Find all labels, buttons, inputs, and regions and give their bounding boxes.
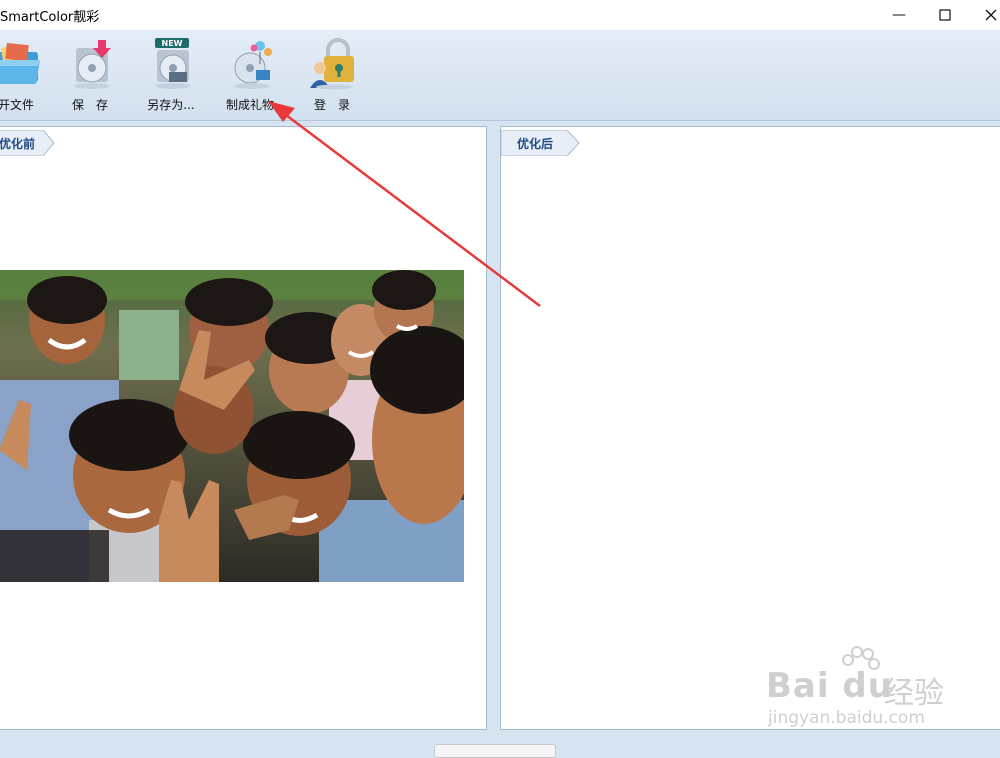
login-label: 登 录	[313, 98, 350, 112]
photo-image	[0, 270, 464, 582]
make-gift-label: 制成礼物	[225, 98, 274, 112]
after-panel: 优化后	[500, 126, 1000, 730]
before-tab-label: 优化前	[0, 137, 36, 151]
gift-disc-icon	[234, 41, 272, 89]
login-lock-icon	[310, 38, 354, 90]
before-tab: 优化前	[0, 130, 55, 156]
window-title: SmartColor靓彩	[0, 10, 100, 25]
open-file-label: 开文件	[0, 98, 34, 112]
toolbar: 开文件 保 存 NEW 另存为... 制成礼物 登 录	[0, 30, 1000, 121]
close-button[interactable]	[968, 0, 1000, 30]
title-bar: SmartColor靓彩 —	[0, 0, 1000, 30]
save-disc-icon	[74, 40, 111, 89]
bottom-button[interactable]	[434, 744, 556, 758]
open-folder-icon	[0, 42, 40, 84]
minimize-icon: —	[892, 7, 906, 23]
before-panel: 优化前	[0, 126, 487, 730]
save-as-label: 另存为...	[147, 98, 195, 112]
save-button[interactable]: 保 存	[52, 36, 128, 116]
login-button[interactable]: 登 录	[294, 36, 370, 116]
make-gift-button[interactable]: 制成礼物	[212, 36, 288, 116]
after-tab-label: 优化后	[517, 137, 554, 151]
save-as-new-icon: NEW	[155, 38, 191, 89]
new-badge: NEW	[162, 39, 183, 48]
save-as-button[interactable]: NEW 另存为...	[133, 36, 209, 116]
after-tab: 优化后	[501, 130, 581, 156]
maximize-icon	[939, 9, 951, 21]
close-icon	[985, 9, 997, 21]
maximize-button[interactable]	[922, 0, 968, 30]
children-photo	[0, 270, 464, 582]
save-label: 保 存	[71, 98, 108, 112]
minimize-button[interactable]: —	[876, 0, 922, 30]
open-file-button[interactable]: 开文件	[0, 36, 54, 116]
